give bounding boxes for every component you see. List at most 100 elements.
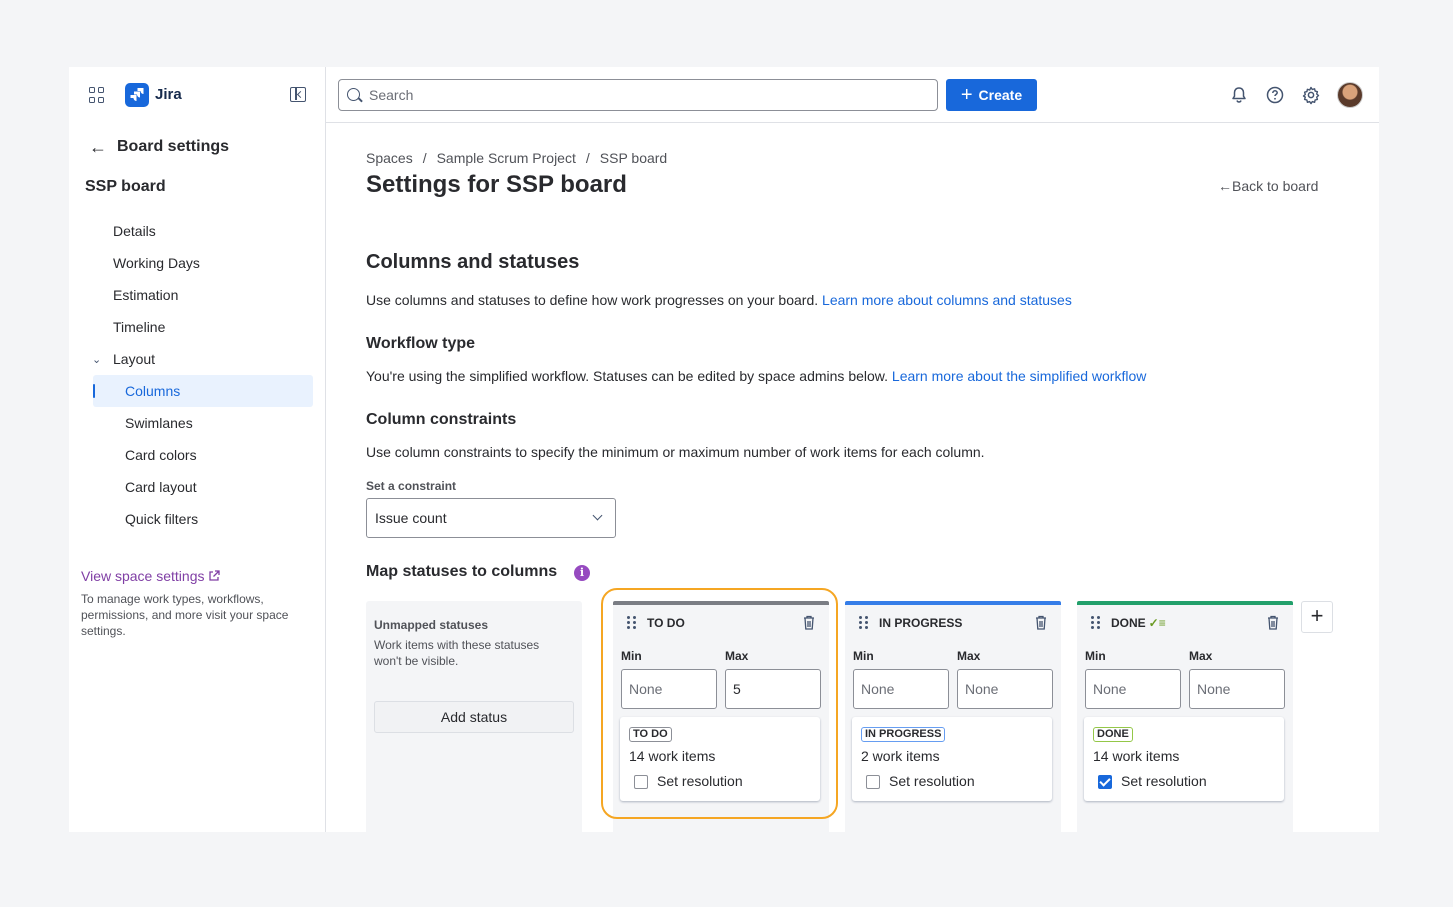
- set-resolution-label[interactable]: Set resolution: [889, 773, 975, 789]
- app-window: Jira ← Board settings SSP board Details …: [69, 67, 1379, 832]
- max-label: Max: [725, 649, 749, 663]
- columns-statuses-text: Use columns and statuses to define how w…: [366, 292, 819, 308]
- column-color-bar: [1077, 601, 1293, 605]
- view-space-settings-label[interactable]: View space settings: [81, 568, 204, 584]
- learn-more-columns-link[interactable]: Learn more about columns and statuses: [822, 292, 1072, 308]
- work-item-count: 2 work items: [861, 748, 940, 764]
- search-icon: [347, 88, 360, 101]
- unmapped-statuses-column: Unmapped statuses Work items with these …: [366, 601, 582, 832]
- search-input[interactable]: [369, 84, 929, 106]
- drag-handle-icon[interactable]: [859, 616, 869, 630]
- top-navigation: + Create: [326, 67, 1379, 123]
- constraint-select-value: Issue count: [375, 510, 447, 526]
- back-to-board-label[interactable]: Back to board: [1232, 178, 1318, 194]
- sidebar-item-swimlanes[interactable]: Swimlanes: [125, 407, 193, 439]
- breadcrumb-spaces[interactable]: Spaces: [366, 150, 413, 166]
- set-resolution-checkbox[interactable]: [1098, 775, 1112, 789]
- constraint-select-label: Set a constraint: [366, 479, 457, 493]
- drag-handle-icon[interactable]: [1091, 616, 1101, 630]
- min-input[interactable]: [621, 669, 717, 709]
- sidebar-item-card-layout[interactable]: Card layout: [125, 471, 197, 503]
- max-input[interactable]: [957, 669, 1053, 709]
- main-content: Spaces / Sample Scrum Project / SSP boar…: [326, 123, 1379, 832]
- sidebar-item-layout[interactable]: Layout: [113, 343, 155, 375]
- breadcrumb-separator: /: [585, 150, 590, 166]
- work-item-count: 14 work items: [1093, 748, 1180, 764]
- create-button[interactable]: + Create: [946, 79, 1037, 111]
- avatar[interactable]: [1337, 82, 1363, 108]
- max-label: Max: [957, 649, 981, 663]
- sidebar-item-columns[interactable]: Columns: [125, 375, 180, 407]
- column-name-wrapper[interactable]: DONE ✓≡: [1111, 616, 1166, 630]
- status-card[interactable]: IN PROGRESS 2 work items Set resolution: [852, 717, 1052, 801]
- min-input[interactable]: [853, 669, 949, 709]
- sidebar-item-working-days[interactable]: Working Days: [113, 247, 200, 279]
- delete-icon[interactable]: [1035, 615, 1047, 630]
- columns-statuses-description: Use columns and statuses to define how w…: [366, 292, 1072, 308]
- sidebar-heading: Board settings: [117, 138, 230, 155]
- learn-more-workflow-link[interactable]: Learn more about the simplified workflow: [892, 368, 1146, 384]
- sidebar: Jira ← Board settings SSP board Details …: [69, 67, 326, 832]
- settings-icon[interactable]: [1301, 85, 1321, 105]
- column-done[interactable]: DONE✓≡ Min Max DONE 14 work items Set re…: [1077, 601, 1293, 832]
- constraint-select[interactable]: Issue count: [366, 498, 616, 538]
- column-color-bar: [845, 601, 1061, 605]
- back-to-board-link[interactable]: ←Back to board: [1218, 178, 1318, 194]
- sidebar-item-details[interactable]: Details: [113, 215, 156, 247]
- sidebar-item-estimation[interactable]: Estimation: [113, 279, 178, 311]
- drag-handle-icon[interactable]: [627, 616, 637, 630]
- arrow-left-icon: ←: [89, 136, 107, 157]
- app-name[interactable]: Jira: [155, 86, 182, 103]
- column-todo[interactable]: TO DO Min Max TO DO 14 work items Set re…: [613, 601, 829, 832]
- set-resolution-checkbox[interactable]: [866, 775, 880, 789]
- max-input[interactable]: [1189, 669, 1285, 709]
- min-input[interactable]: [1085, 669, 1181, 709]
- add-status-button[interactable]: Add status: [374, 701, 574, 733]
- max-input[interactable]: [725, 669, 821, 709]
- unmapped-statuses-description: Work items with these statuses won't be …: [374, 638, 540, 668]
- delete-icon[interactable]: [1267, 615, 1279, 630]
- status-lozenge: IN PROGRESS: [861, 727, 946, 742]
- info-icon[interactable]: i: [574, 565, 590, 581]
- notifications-icon[interactable]: [1229, 85, 1249, 105]
- column-color-bar: [613, 601, 829, 605]
- chevron-down-icon[interactable]: ⌄: [92, 353, 101, 366]
- app-switcher-icon[interactable]: [89, 87, 105, 103]
- view-space-settings-link[interactable]: View space settings: [81, 568, 221, 584]
- status-lozenge: DONE: [1093, 727, 1133, 742]
- search-box[interactable]: [338, 79, 938, 111]
- sidebar-item-timeline[interactable]: Timeline: [113, 311, 165, 343]
- breadcrumb-board[interactable]: SSP board: [600, 150, 667, 166]
- delete-icon[interactable]: [803, 615, 815, 630]
- map-statuses-heading: Map statuses to columns: [366, 563, 558, 580]
- page-title: Settings for SSP board: [366, 171, 627, 198]
- column-name[interactable]: TO DO: [647, 616, 685, 630]
- jira-logo[interactable]: [125, 83, 149, 107]
- sidebar-item-quick-filters[interactable]: Quick filters: [125, 503, 198, 535]
- column-name[interactable]: DONE: [1111, 616, 1146, 630]
- status-lozenge: TO DO: [629, 727, 672, 742]
- min-label: Min: [853, 649, 874, 663]
- add-column-button[interactable]: +: [1301, 601, 1333, 633]
- plus-icon: +: [960, 84, 973, 106]
- breadcrumb-separator: /: [422, 150, 427, 166]
- help-icon[interactable]: [1265, 85, 1285, 105]
- collapse-sidebar-icon[interactable]: [290, 87, 306, 102]
- status-card[interactable]: TO DO 14 work items Set resolution: [620, 717, 820, 801]
- set-resolution-label[interactable]: Set resolution: [657, 773, 743, 789]
- back-to-board-settings[interactable]: ← Board settings: [89, 137, 229, 157]
- sidebar-item-card-colors[interactable]: Card colors: [125, 439, 197, 471]
- column-constraints-description: Use column constraints to specify the mi…: [366, 444, 985, 460]
- set-resolution-label[interactable]: Set resolution: [1121, 773, 1207, 789]
- breadcrumb-project[interactable]: Sample Scrum Project: [437, 150, 576, 166]
- create-button-label: Create: [978, 87, 1023, 103]
- sidebar-header: Jira: [69, 67, 326, 123]
- workflow-type-heading: Workflow type: [366, 335, 476, 352]
- min-label: Min: [1085, 649, 1106, 663]
- column-name[interactable]: IN PROGRESS: [879, 616, 962, 630]
- status-card[interactable]: DONE 14 work items Set resolution: [1084, 717, 1284, 801]
- column-in-progress[interactable]: IN PROGRESS Min Max IN PROGRESS 2 work i…: [845, 601, 1061, 832]
- set-resolution-checkbox[interactable]: [634, 775, 648, 789]
- columns-statuses-heading: Columns and statuses: [366, 251, 580, 273]
- min-label: Min: [621, 649, 642, 663]
